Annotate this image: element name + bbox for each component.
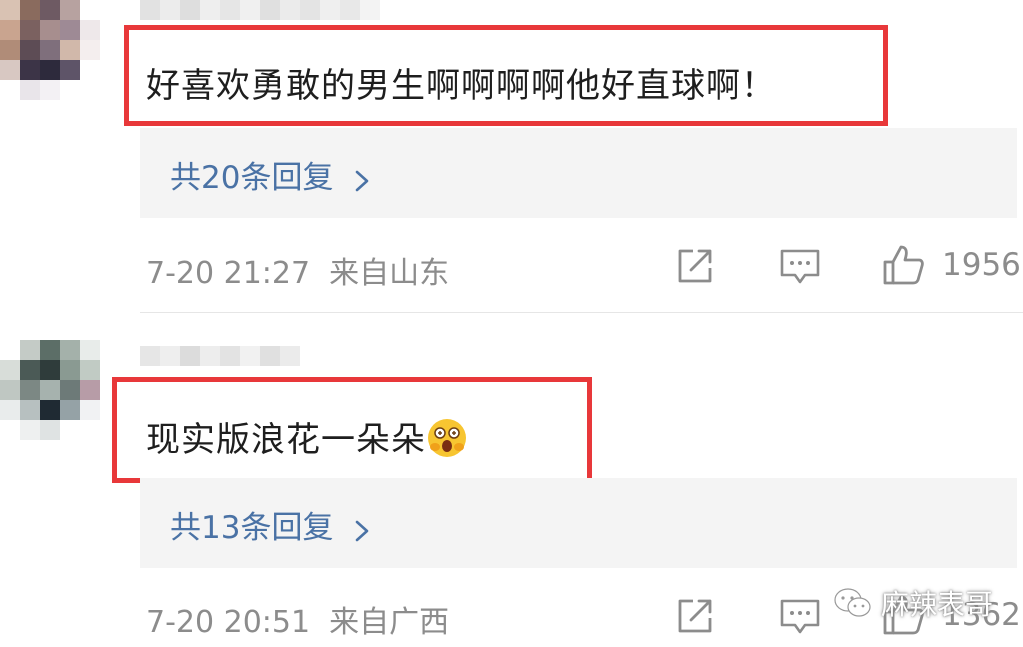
watermark: 麻辣表哥 — [833, 583, 993, 623]
username[interactable] — [140, 346, 300, 366]
comment-button[interactable] — [780, 249, 820, 285]
location: 来自山东 — [329, 256, 450, 291]
comment-meta: 7-20 21:27 来自山东 — [146, 248, 449, 292]
thumbs-up-icon — [883, 245, 924, 285]
chevron-right-icon — [351, 164, 373, 191]
divider — [140, 312, 1023, 313]
timestamp: 7-20 21:27 — [146, 256, 311, 291]
highlight-box — [112, 377, 592, 483]
share-icon — [678, 599, 712, 633]
watermark-text: 麻辣表哥 — [880, 588, 993, 621]
like-button[interactable]: 1956 — [882, 244, 1021, 286]
reply-count: 共20条回复 — [170, 160, 334, 196]
username[interactable] — [140, 0, 380, 20]
view-replies-link[interactable]: 共13条回复 — [170, 502, 373, 547]
share-button[interactable] — [677, 248, 715, 284]
reply-count: 共13条回复 — [170, 510, 334, 546]
avatar[interactable] — [0, 0, 100, 100]
chevron-right-icon — [351, 514, 373, 541]
timestamp: 7-20 20:51 — [146, 605, 311, 640]
comment-icon — [780, 249, 820, 284]
view-replies-link[interactable]: 共20条回复 — [170, 152, 373, 197]
comment-icon — [780, 599, 820, 634]
comment-button[interactable] — [780, 599, 820, 635]
avatar[interactable] — [0, 340, 100, 440]
share-icon — [678, 249, 712, 283]
like-count: 1956 — [942, 247, 1021, 283]
location: 来自广西 — [329, 605, 450, 640]
comment-meta: 7-20 20:51 来自广西 — [146, 597, 449, 641]
share-button[interactable] — [677, 598, 715, 634]
highlight-box — [124, 25, 888, 126]
wechat-icon — [834, 588, 871, 617]
